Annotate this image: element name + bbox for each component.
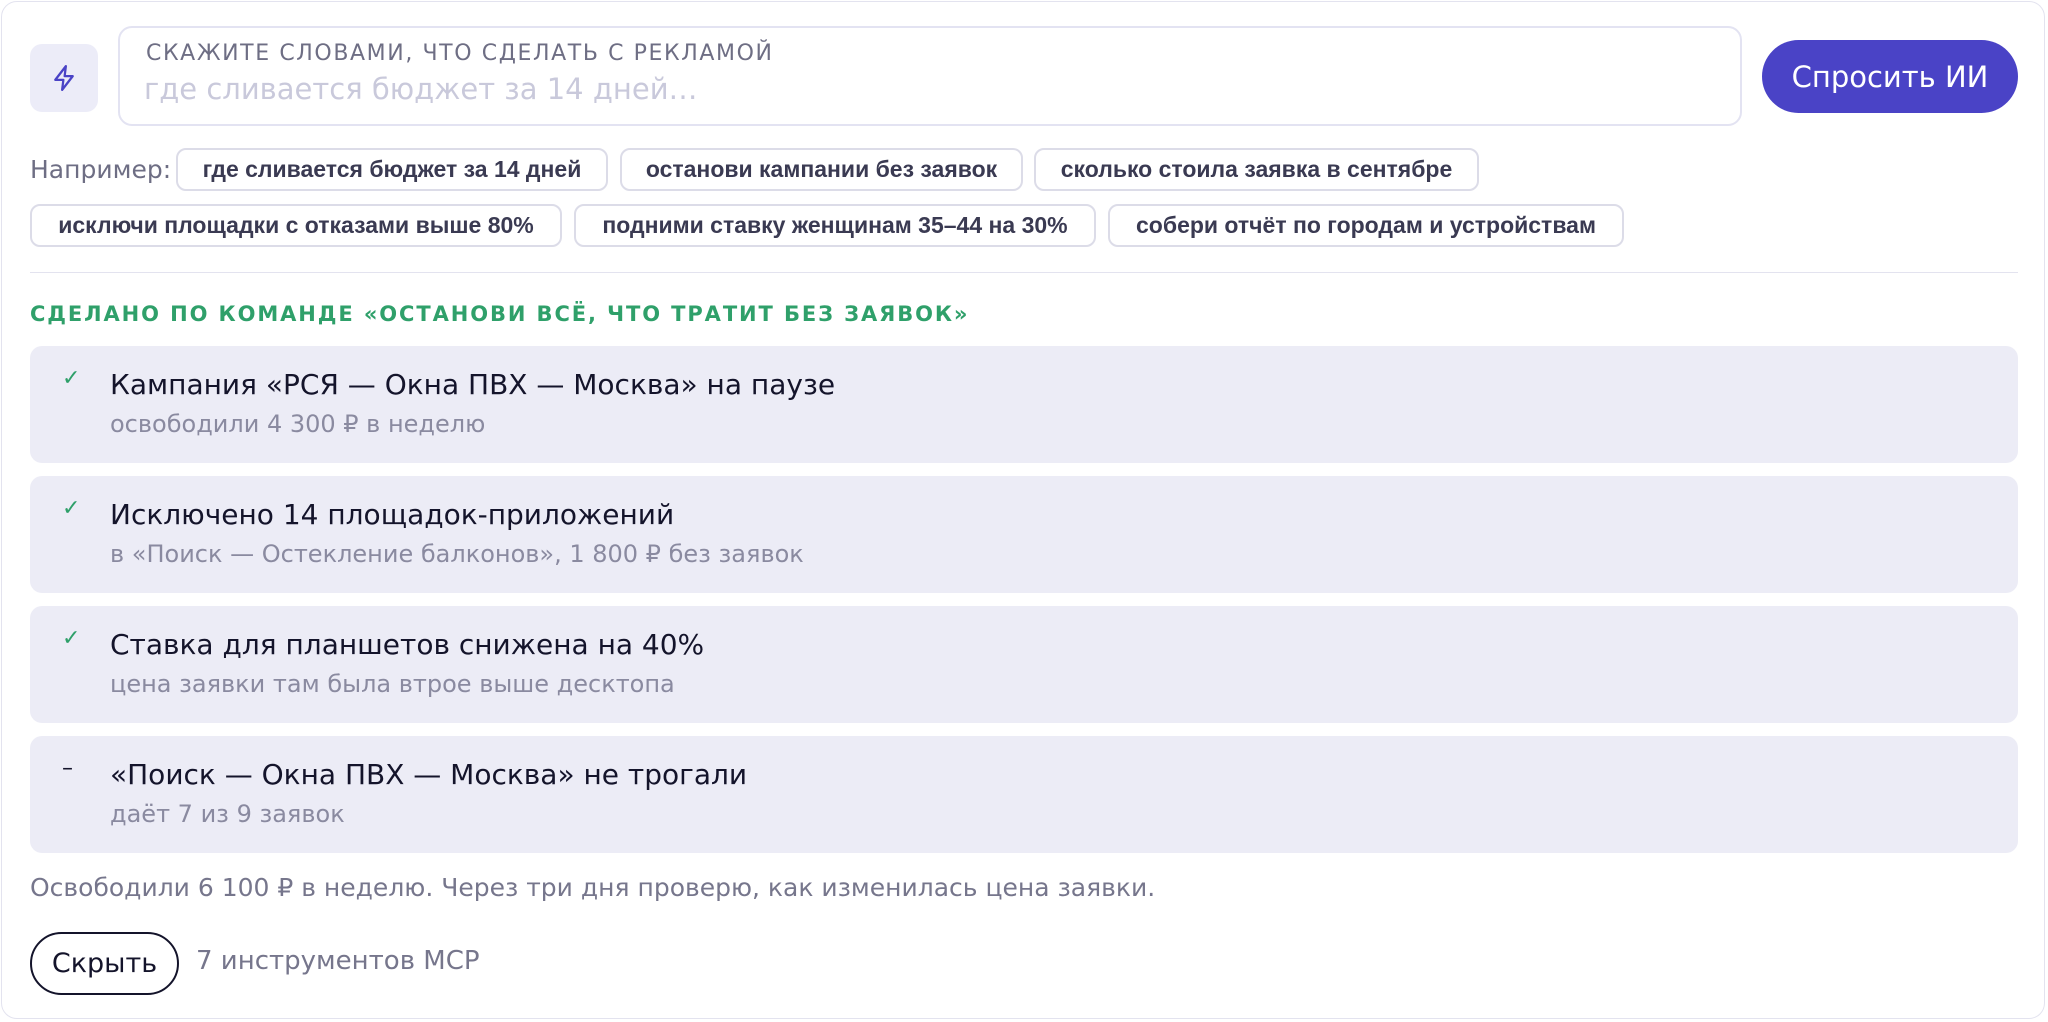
bolt-icon-box: [30, 44, 98, 112]
results-summary: Освободили 6 100 ₽ в неделю. Через три д…: [30, 873, 1156, 902]
result-subtitle: в «Поиск — Остекление балконов», 1 800 ₽…: [110, 540, 804, 568]
example-chip[interactable]: останови кампании без заявок: [620, 148, 1023, 191]
result-subtitle: даёт 7 из 9 заявок: [110, 800, 345, 828]
result-item: – «Поиск — Окна ПВХ — Москва» не трогали…: [30, 736, 2018, 853]
result-subtitle: освободили 4 300 ₽ в неделю: [110, 410, 486, 438]
examples-label: Например:: [30, 155, 172, 184]
result-item: ✓ Кампания «РСЯ — Окна ПВХ — Москва» на …: [30, 346, 2018, 463]
results-heading: СДЕЛАНО ПО КОМАНДЕ «ОСТАНОВИ ВСЁ, ЧТО ТР…: [30, 302, 970, 326]
section-divider: [30, 272, 2018, 273]
example-chip[interactable]: где сливается бюджет за 14 дней: [176, 148, 608, 191]
hide-button[interactable]: Скрыть: [30, 932, 179, 995]
result-subtitle: цена заявки там была втрое выше десктопа: [110, 670, 675, 698]
result-item: ✓ Исключено 14 площадок-приложений в «По…: [30, 476, 2018, 593]
command-input-label: СКАЖИТЕ СЛОВАМИ, ЧТО СДЕЛАТЬ С РЕКЛАМОЙ: [146, 41, 774, 66]
result-title: Ставка для планшетов снижена на 40%: [110, 628, 705, 661]
ask-ai-button[interactable]: Спросить ИИ: [1762, 40, 2018, 113]
command-input[interactable]: [144, 68, 1704, 110]
result-title: Кампания «РСЯ — Окна ПВХ — Москва» на па…: [110, 368, 836, 401]
check-icon: ✓: [62, 626, 81, 651]
tools-count: 7 инструментов MCP: [196, 946, 480, 976]
example-chip[interactable]: исключи площадки с отказами выше 80%: [30, 204, 562, 247]
result-item: ✓ Ставка для планшетов снижена на 40% це…: [30, 606, 2018, 723]
result-title: «Поиск — Окна ПВХ — Москва» не трогали: [110, 758, 748, 791]
dash-icon: –: [62, 756, 73, 781]
bolt-icon: [54, 65, 74, 91]
check-icon: ✓: [62, 366, 81, 391]
example-chip[interactable]: сколько стоила заявка в сентябре: [1034, 148, 1479, 191]
check-icon: ✓: [62, 496, 81, 521]
example-chip[interactable]: собери отчёт по городам и устройствам: [1108, 204, 1624, 247]
example-chip[interactable]: подними ставку женщинам 35–44 на 30%: [574, 204, 1096, 247]
result-title: Исключено 14 площадок-приложений: [110, 498, 675, 531]
